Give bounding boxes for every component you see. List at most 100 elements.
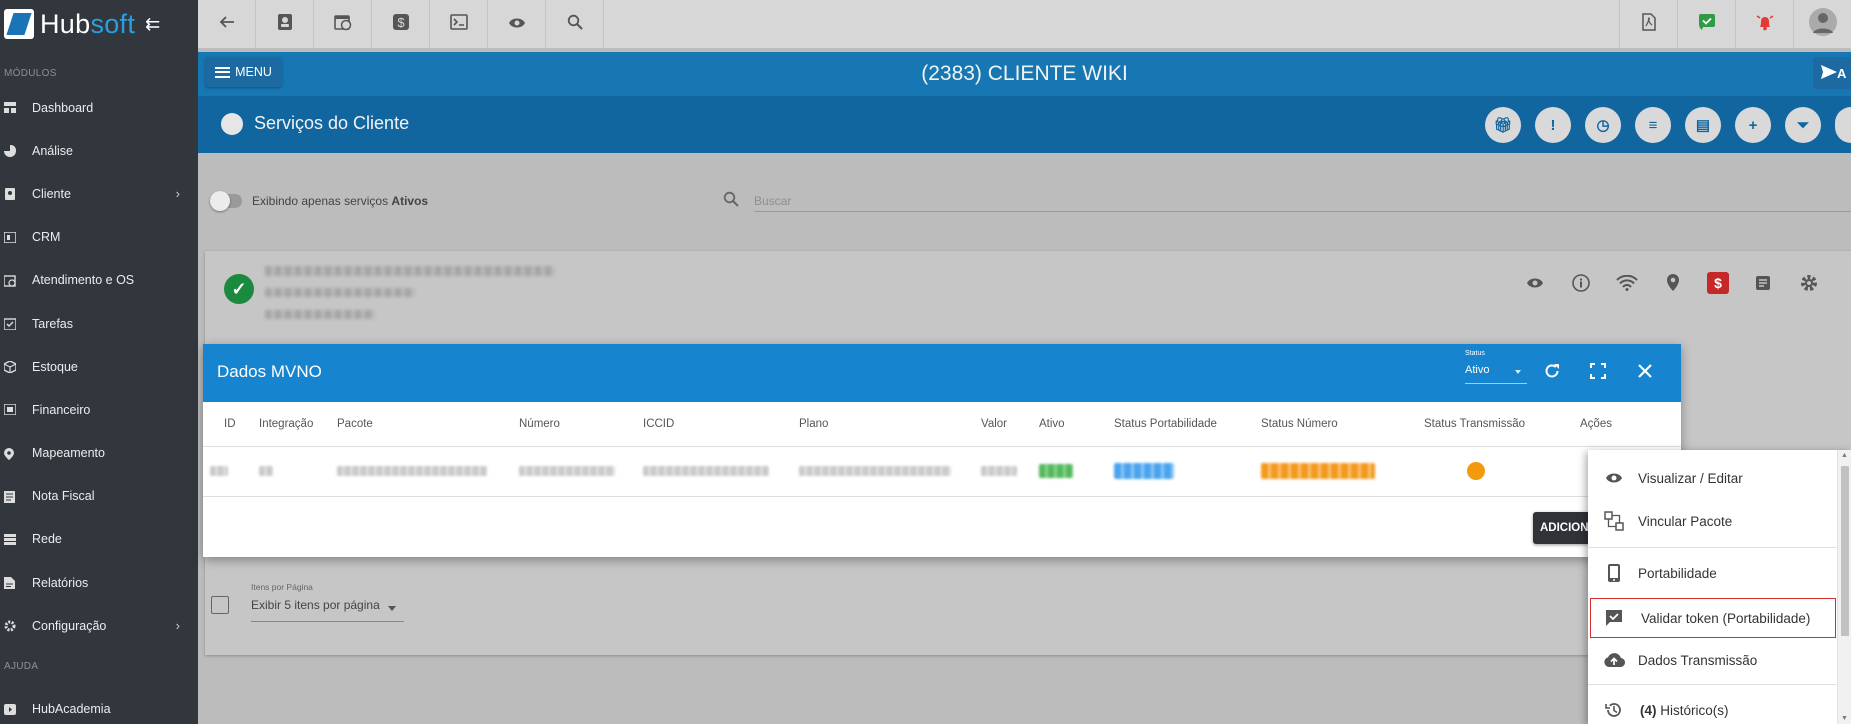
- crm-icon: [3, 230, 17, 244]
- top-toolbar: $: [198, 0, 1851, 48]
- eye-icon[interactable]: [1523, 271, 1547, 295]
- cell-status-numero: [1261, 446, 1424, 497]
- select-all-checkbox[interactable]: [211, 596, 229, 614]
- document-icon[interactable]: [1751, 271, 1775, 295]
- sidebar-item-crm[interactable]: CRM: [0, 216, 198, 259]
- terminal-icon: [449, 13, 468, 36]
- send-button[interactable]: A: [1813, 57, 1851, 89]
- search-input[interactable]: [754, 190, 1851, 212]
- items-per-page-select[interactable]: Exibir 5 itens por página: [251, 598, 404, 622]
- sidebar-item-financeiro[interactable]: Financeiro: [0, 388, 198, 431]
- finance-button[interactable]: $: [372, 0, 430, 48]
- alert-message-button[interactable]: !: [1535, 107, 1571, 143]
- box-icon: [3, 360, 17, 375]
- fullscreen-button[interactable]: [1587, 360, 1609, 382]
- tasks-check-button[interactable]: [1677, 0, 1735, 48]
- menu-item-vincular-pacote[interactable]: Vincular Pacote: [1588, 501, 1836, 541]
- table-row[interactable]: [203, 446, 1681, 497]
- column-header[interactable]: Status Número: [1261, 402, 1424, 447]
- list-button[interactable]: ≡: [1635, 107, 1671, 143]
- scroll-up-arrow-icon[interactable]: ▲: [1841, 452, 1848, 459]
- column-header[interactable]: Ações: [1580, 402, 1681, 447]
- active-only-toggle[interactable]: [210, 191, 242, 211]
- filter-button[interactable]: ⏷: [1785, 107, 1821, 143]
- menu-item-visualizar-editar[interactable]: Visualizar / Editar: [1588, 458, 1836, 498]
- sidebar-item-configuracao[interactable]: Configuração ›: [0, 604, 198, 647]
- check-comment-icon: [1698, 13, 1716, 36]
- column-header[interactable]: Plano: [799, 402, 981, 447]
- menu-item-historicos[interactable]: (4) Histórico(s): [1588, 690, 1836, 724]
- sidebar-item-hubacademia[interactable]: HubAcademia: [0, 687, 198, 724]
- search-button[interactable]: [546, 0, 604, 48]
- play-icon: [4, 703, 16, 715]
- gift-button[interactable]: 🎁︎: [1485, 107, 1521, 143]
- column-header[interactable]: Valor: [981, 402, 1039, 447]
- column-header[interactable]: Status Portabilidade: [1114, 402, 1261, 447]
- column-header[interactable]: Integração: [259, 402, 337, 447]
- sidebar-item-atendimento-e-os[interactable]: Atendimento e OS: [0, 259, 198, 302]
- add-service-button[interactable]: +: [1735, 107, 1771, 143]
- sidebar-item-tarefas[interactable]: Tarefas: [0, 302, 198, 345]
- scroll-thumb[interactable]: [1841, 466, 1849, 636]
- sidebar-item-label: Cliente: [32, 186, 71, 201]
- column-header[interactable]: Ativo: [1039, 402, 1114, 447]
- scroll-down-arrow-icon[interactable]: ▼: [1841, 715, 1848, 722]
- contact-card-icon: [4, 188, 16, 201]
- sidebar-item-rede[interactable]: Rede: [0, 518, 198, 561]
- sidebar-item-analise[interactable]: Análise: [0, 129, 198, 172]
- menu-item-portabilidade[interactable]: Portabilidade: [1588, 553, 1836, 593]
- column-header[interactable]: ICCID: [643, 402, 799, 447]
- client-title: (2383) CLIENTE WIKI: [921, 62, 1128, 85]
- sidebar-item-label: Análise: [32, 143, 73, 158]
- terminal-button[interactable]: [430, 0, 488, 48]
- view-button[interactable]: [488, 0, 546, 48]
- sidebar-item-label: HubAcademia: [32, 702, 111, 717]
- column-header[interactable]: Pacote: [337, 402, 519, 447]
- redacted-service-info: [265, 310, 375, 319]
- items-per-page-label: Itens por Página: [251, 582, 313, 592]
- more-button[interactable]: [1835, 107, 1851, 143]
- sidebar-item-label: Tarefas: [32, 316, 73, 331]
- services-toolbar: 🎁︎ ! ◷ ≡ ▤ + ⏷: [1485, 107, 1851, 143]
- map-pin-icon[interactable]: [1661, 271, 1685, 295]
- info-icon[interactable]: [1569, 271, 1593, 295]
- sidebar-item-estoque[interactable]: Estoque: [0, 345, 198, 388]
- sidebar-section-modules: MÓDULOS: [4, 68, 57, 79]
- sidebar-item-dashboard[interactable]: Dashboard: [0, 86, 198, 129]
- column-header[interactable]: Número: [519, 402, 643, 447]
- gear-icon[interactable]: [1797, 271, 1821, 295]
- column-header[interactable]: ID: [203, 402, 259, 447]
- brand-logo[interactable]: Hubsoft ⇇: [0, 0, 198, 48]
- document-button[interactable]: ▤: [1685, 107, 1721, 143]
- alarm-button[interactable]: [1735, 0, 1793, 48]
- user-menu[interactable]: [1793, 0, 1851, 48]
- finance-icon[interactable]: $: [1707, 272, 1729, 294]
- wifi-icon[interactable]: [1615, 271, 1639, 295]
- network-icon: [4, 533, 16, 545]
- actions-dropdown-menu: Visualizar / Editar Vincular Pacote Port…: [1588, 450, 1851, 724]
- dropdown-scrollbar[interactable]: ▲ ▼: [1837, 450, 1851, 724]
- menu-item-dados-transmissao[interactable]: Dados Transmissão: [1588, 640, 1836, 680]
- services-header: Serviços do Cliente 🎁︎ ! ◷ ≡ ▤ + ⏷: [198, 96, 1851, 153]
- cell-valor: [981, 446, 1039, 497]
- sidebar-item-relatorios[interactable]: Relatórios: [0, 561, 198, 604]
- add-button[interactable]: ADICIONAR: [1533, 512, 1589, 544]
- history-icon: [1602, 698, 1626, 722]
- sidebar-item-nota-fiscal[interactable]: Nota Fiscal: [0, 475, 198, 518]
- toggle-label: Exibindo apenas serviços Ativos: [252, 194, 429, 208]
- contacts-button[interactable]: [256, 0, 314, 48]
- collapse-sidebar-button[interactable]: ⇇: [145, 14, 160, 35]
- sidebar-item-label: Configuração: [32, 618, 107, 633]
- column-header[interactable]: Status Transmissão: [1424, 402, 1580, 447]
- schedule-button[interactable]: [314, 0, 372, 48]
- refresh-button[interactable]: [1541, 360, 1563, 382]
- schedule-service-button[interactable]: ◷: [1585, 107, 1621, 143]
- chevron-right-icon: ›: [175, 618, 180, 634]
- back-button[interactable]: [198, 0, 256, 48]
- menu-divider: [1588, 547, 1836, 548]
- pdf-button[interactable]: [1619, 0, 1677, 48]
- sidebar-item-cliente[interactable]: Cliente ›: [0, 172, 198, 215]
- status-filter-select[interactable]: Ativo: [1465, 364, 1527, 384]
- close-button[interactable]: [1634, 360, 1656, 382]
- sidebar-item-mapeamento[interactable]: Mapeamento: [0, 432, 198, 475]
